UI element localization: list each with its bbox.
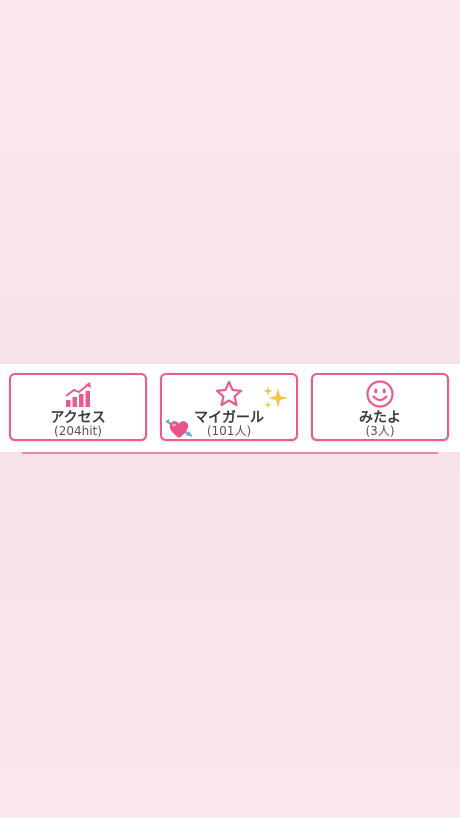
heart-with-arrow-icon: [165, 419, 193, 438]
divider-line: [22, 452, 438, 454]
access-card[interactable]: アクセス (204hit): [9, 373, 147, 441]
mitayo-count: (3人): [365, 424, 395, 438]
mitayo-card[interactable]: みたよ (3人): [311, 373, 449, 441]
smiley-face-icon: [366, 380, 394, 408]
chart-bars-icon: [65, 382, 91, 407]
star-outline-icon: [215, 380, 243, 407]
access-count: (204hit): [54, 424, 102, 438]
sparkles-icon: [263, 386, 288, 409]
